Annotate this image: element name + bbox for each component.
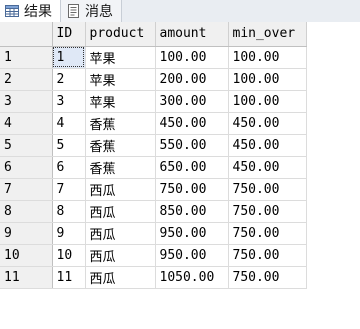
cell-min-over[interactable]: 750.00 [228, 178, 307, 201]
cell-id[interactable]: 3 [52, 90, 86, 113]
cell-min-over[interactable]: 750.00 [228, 222, 307, 245]
cell-amount[interactable]: 750.00 [155, 178, 229, 201]
cell-product[interactable]: 西瓜 [85, 200, 156, 223]
cell-amount[interactable]: 950.00 [155, 244, 229, 267]
cell-min-over[interactable]: 100.00 [228, 68, 307, 91]
cell-amount[interactable]: 850.00 [155, 200, 229, 223]
cell-min-over[interactable]: 450.00 [228, 156, 307, 179]
row-number[interactable]: 1 [0, 46, 53, 69]
cell-id[interactable]: 1 [52, 46, 86, 69]
tab-messages-label: 消息 [85, 4, 113, 20]
cell-min-over[interactable]: 750.00 [228, 200, 307, 223]
cell-min-over[interactable]: 450.00 [228, 134, 307, 157]
cell-amount[interactable]: 200.00 [155, 68, 229, 91]
cell-product[interactable]: 香蕉 [85, 134, 156, 157]
results-grid[interactable]: ID product amount min_over 1 1 苹果 100.00 100… [0, 22, 360, 329]
column-header-min-over[interactable]: min_over [228, 22, 307, 47]
row-number-header[interactable] [0, 22, 53, 47]
cell-min-over[interactable]: 750.00 [228, 244, 307, 267]
row-number[interactable]: 11 [0, 266, 53, 289]
table-row[interactable]: 5 5 香蕉 550.00 450.00 [0, 134, 307, 157]
row-number[interactable]: 6 [0, 156, 53, 179]
cell-product[interactable]: 西瓜 [85, 266, 156, 289]
table-row[interactable]: 11 11 西瓜 1050.00 750.00 [0, 266, 307, 289]
row-number[interactable]: 2 [0, 68, 53, 91]
table-row[interactable]: 2 2 苹果 200.00 100.00 [0, 68, 307, 91]
row-number[interactable]: 7 [0, 178, 53, 201]
tab-results[interactable]: 结果 [0, 0, 61, 22]
cell-min-over[interactable]: 100.00 [228, 90, 307, 113]
table-row[interactable]: 10 10 西瓜 950.00 750.00 [0, 244, 307, 267]
cell-amount[interactable]: 300.00 [155, 90, 229, 113]
cell-min-over[interactable]: 750.00 [228, 266, 307, 289]
cell-product[interactable]: 香蕉 [85, 156, 156, 179]
cell-amount[interactable]: 550.00 [155, 134, 229, 157]
row-number[interactable]: 4 [0, 112, 53, 135]
cell-product[interactable]: 苹果 [85, 90, 156, 113]
row-number[interactable]: 9 [0, 222, 53, 245]
cell-amount[interactable]: 950.00 [155, 222, 229, 245]
cell-id[interactable]: 9 [52, 222, 86, 245]
table-row[interactable]: 9 9 西瓜 950.00 750.00 [0, 222, 307, 245]
cell-product[interactable]: 香蕉 [85, 112, 156, 135]
cell-id[interactable]: 11 [52, 266, 86, 289]
cell-id[interactable]: 8 [52, 200, 86, 223]
row-number[interactable]: 10 [0, 244, 53, 267]
tab-results-label: 结果 [24, 3, 52, 20]
table-row[interactable]: 4 4 香蕉 450.00 450.00 [0, 112, 307, 135]
cell-id[interactable]: 7 [52, 178, 86, 201]
table-row[interactable]: 1 1 苹果 100.00 100.00 [0, 46, 307, 69]
messages-icon [65, 3, 81, 19]
table-row[interactable]: 6 6 香蕉 650.00 450.00 [0, 156, 307, 179]
cell-product[interactable]: 苹果 [85, 68, 156, 91]
cell-product[interactable]: 西瓜 [85, 222, 156, 245]
result-tabs: 结果 消息 [0, 0, 360, 23]
column-header-amount[interactable]: amount [155, 22, 229, 47]
cell-min-over[interactable]: 100.00 [228, 46, 307, 69]
row-number[interactable]: 5 [0, 134, 53, 157]
cell-amount[interactable]: 100.00 [155, 46, 229, 69]
cell-id[interactable]: 4 [52, 112, 86, 135]
cell-amount[interactable]: 650.00 [155, 156, 229, 179]
cell-amount[interactable]: 450.00 [155, 112, 229, 135]
row-number[interactable]: 3 [0, 90, 53, 113]
cell-product[interactable]: 苹果 [85, 46, 156, 69]
table-row[interactable]: 3 3 苹果 300.00 100.00 [0, 90, 307, 113]
results-table: ID product amount min_over 1 1 苹果 100.00 100… [0, 22, 307, 289]
cell-product[interactable]: 西瓜 [85, 178, 156, 201]
cell-id[interactable]: 10 [52, 244, 86, 267]
cell-id[interactable]: 2 [52, 68, 86, 91]
table-row[interactable]: 7 7 西瓜 750.00 750.00 [0, 178, 307, 201]
grid-results-icon [4, 3, 20, 19]
header-row: ID product amount min_over [0, 22, 307, 47]
results-window: 结果 消息 ID product amount min_over 1 1 苹果 … [0, 0, 360, 329]
cell-min-over[interactable]: 450.00 [228, 112, 307, 135]
tab-messages[interactable]: 消息 [61, 0, 122, 22]
table-row[interactable]: 8 8 西瓜 850.00 750.00 [0, 200, 307, 223]
cell-id[interactable]: 5 [52, 134, 86, 157]
cell-amount[interactable]: 1050.00 [155, 266, 229, 289]
column-header-id[interactable]: ID [52, 22, 86, 47]
cell-product[interactable]: 西瓜 [85, 244, 156, 267]
cell-id[interactable]: 6 [52, 156, 86, 179]
column-header-product[interactable]: product [85, 22, 156, 47]
row-number[interactable]: 8 [0, 200, 53, 223]
